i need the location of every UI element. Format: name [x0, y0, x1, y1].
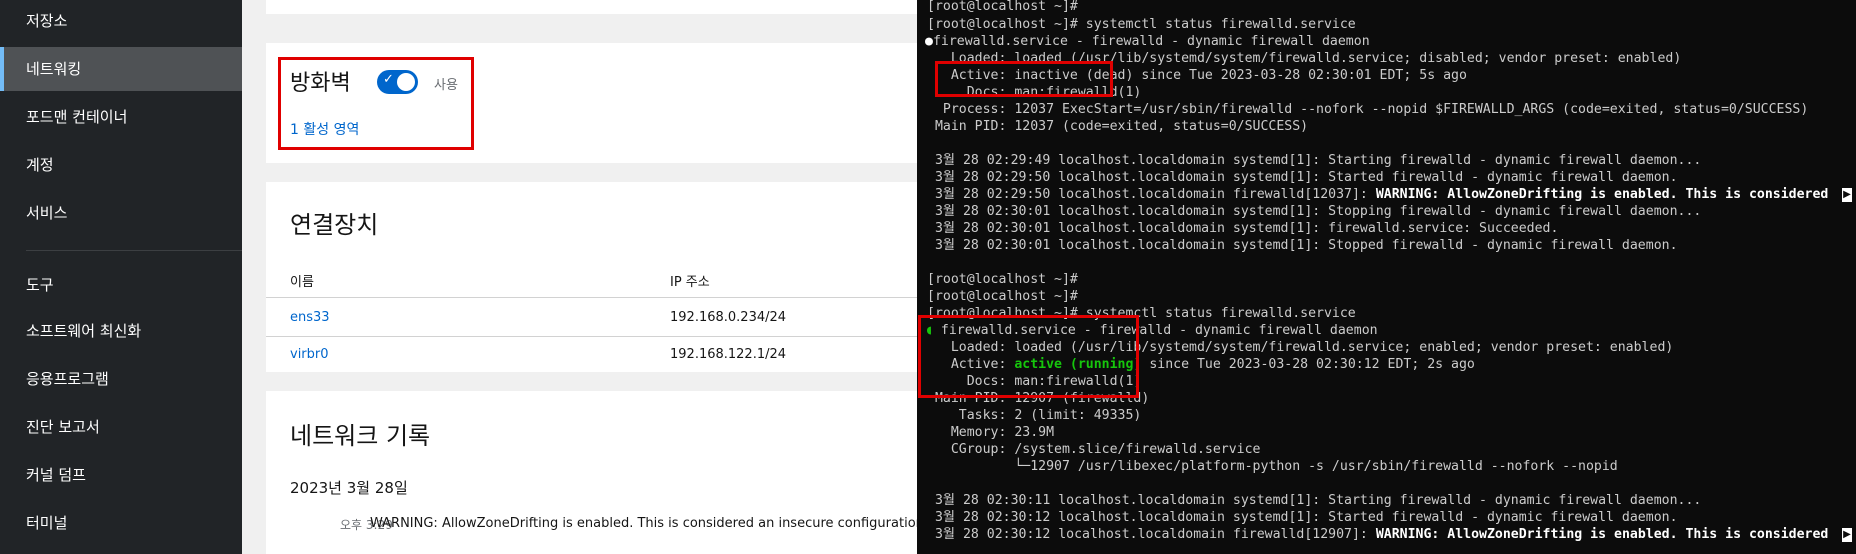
device-ip-ens33: 192.168.0.234/24 — [670, 310, 787, 325]
sidebar-item-storage[interactable]: 저장소 — [0, 0, 242, 43]
active-zones-link[interactable]: 1 활성 영역 — [290, 119, 359, 139]
line-overflow-arrow-icon: ▶ — [1842, 528, 1852, 542]
terminal-line: 3월 28 02:29:49 localhost.localdomain sys… — [927, 153, 1702, 168]
device-name-virbr0[interactable]: virbr0 — [290, 347, 329, 362]
sidebar-item-kernel-dump[interactable]: 커널 덤프 — [0, 453, 242, 497]
line-overflow-arrow-icon: ▶ — [1842, 188, 1852, 202]
terminal-line: Memory: 23.9M — [927, 425, 1055, 440]
log-entry-message: WARNING: AllowZoneDrifting is enabled. T… — [370, 516, 945, 531]
terminal-line: 3월 28 02:30:01 localhost.localdomain sys… — [927, 204, 1702, 219]
firewall-title: 방화벽 — [290, 71, 351, 96]
top-card — [266, 0, 922, 14]
terminal-line: 3월 28 02:30:11 localhost.localdomain sys… — [927, 493, 1702, 508]
table-divider — [266, 336, 922, 337]
terminal-line: [root@localhost ~]# — [927, 289, 1078, 304]
terminal-line: Main PID: 12907 (firewalld) — [927, 391, 1150, 406]
terminal-line: Loaded: loaded (/usr/lib/systemd/system/… — [927, 340, 1674, 355]
firewall-toggle[interactable]: ✓ — [377, 70, 418, 94]
firewall-toggle-label: 사용 — [434, 78, 458, 93]
running-dot-icon: ◖ — [925, 323, 933, 338]
toggle-knob — [397, 73, 415, 91]
device-ip-virbr0: 192.168.122.1/24 — [670, 347, 787, 362]
terminal-warning-text: WARNING: AllowZoneDrifting is enabled. T… — [1375, 187, 1829, 202]
terminal-line: Loaded: loaded (/usr/lib/systemd/system/… — [927, 51, 1682, 66]
sidebar-item-services[interactable]: 서비스 — [0, 191, 242, 235]
status-dot-icon: ● — [925, 34, 933, 49]
terminal-line: 3월 28 02:29:50 localhost.localdomain sys… — [927, 170, 1678, 185]
sidebar-divider — [26, 250, 242, 251]
column-header-ip: IP 주소 — [670, 275, 710, 290]
terminal-line: Main PID: 12037 (code=exited, status=0/S… — [927, 119, 1309, 134]
terminal-line: [root@localhost ~]# systemctl status fir… — [927, 17, 1356, 32]
terminal-line-text: 3월 28 02:29:50 localhost.localdomain fir… — [927, 187, 1376, 202]
terminal-line: Active: inactive (dead) since Tue 2023-0… — [927, 68, 1467, 83]
network-log-title: 네트워크 기록 — [290, 422, 431, 450]
terminal-line: 3월 28 02:30:12 localhost.localdomain fir… — [927, 526, 1828, 543]
terminal-line: Process: 12037 ExecStart=/usr/sbin/firew… — [927, 102, 1809, 117]
terminal-active-status: active (running) — [1014, 357, 1142, 372]
terminal-line: Docs: man:firewalld(1) — [927, 374, 1142, 389]
terminal-line-text: firewalld.service - firewalld - dynamic … — [932, 323, 1378, 338]
devices-title: 연결장치 — [290, 211, 379, 239]
terminal-window[interactable]: [root@localhost ~]# [root@localhost ~]# … — [917, 0, 1856, 554]
sidebar: 저장소 네트워킹 포드맨 컨테이너 계정 서비스 도구 소프트웨어 최신화 응용… — [0, 0, 242, 554]
sidebar-tools-heading: 도구 — [26, 276, 54, 294]
terminal-warning-text: WARNING: AllowZoneDrifting is enabled. T… — [1375, 527, 1829, 542]
terminal-line: 3월 28 02:30:01 localhost.localdomain sys… — [927, 238, 1678, 253]
sidebar-item-accounts[interactable]: 계정 — [0, 143, 242, 187]
sidebar-item-terminal[interactable]: 터미널 — [0, 501, 242, 545]
terminal-line-text: since Tue 2023-03-28 02:30:12 EDT; 2s ag… — [1141, 357, 1475, 372]
terminal-line: └─12907 /usr/libexec/platform-python -s … — [927, 459, 1618, 474]
terminal-line-text: Active: — [927, 357, 1015, 372]
terminal-line: CGroup: /system.slice/firewalld.service — [927, 442, 1261, 457]
sidebar-item-diagnostic-reports[interactable]: 진단 보고서 — [0, 405, 242, 449]
terminal-line: [root@localhost ~]# systemctl status fir… — [927, 306, 1356, 321]
terminal-line-text: firewalld.service - firewalld - dynamic … — [932, 34, 1370, 49]
terminal-line: ◖ firewalld.service - firewalld - dynami… — [925, 322, 1378, 339]
check-icon: ✓ — [383, 72, 394, 87]
sidebar-item-software-updates[interactable]: 소프트웨어 최신화 — [0, 309, 242, 353]
terminal-line: Active: active (running) since Tue 2023-… — [927, 356, 1475, 373]
sidebar-item-networking[interactable]: 네트워킹 — [0, 47, 242, 91]
terminal-line: ●firewalld.service - firewalld - dynamic… — [925, 33, 1370, 50]
sidebar-item-podman-containers[interactable]: 포드맨 컨테이너 — [0, 95, 242, 139]
terminal-line-text: 3월 28 02:30:12 localhost.localdomain fir… — [927, 527, 1376, 542]
terminal-line: [root@localhost ~]# — [927, 272, 1078, 287]
sidebar-item-applications[interactable]: 응용프로그램 — [0, 357, 242, 401]
terminal-line: [root@localhost ~]# — [927, 0, 1078, 14]
terminal-line: Docs: man:firewalld(1) — [927, 85, 1142, 100]
firewall-card — [266, 43, 922, 163]
device-name-ens33[interactable]: ens33 — [290, 310, 330, 325]
column-header-name: 이름 — [290, 275, 314, 290]
terminal-line: 3월 28 02:30:01 localhost.localdomain sys… — [927, 221, 1559, 236]
terminal-line: 3월 28 02:29:50 localhost.localdomain fir… — [927, 186, 1828, 203]
table-divider — [266, 297, 922, 298]
log-date: 2023년 3월 28일 — [290, 479, 408, 497]
terminal-line: 3월 28 02:30:12 localhost.localdomain sys… — [927, 510, 1678, 525]
terminal-line: Tasks: 2 (limit: 49335) — [927, 408, 1142, 423]
